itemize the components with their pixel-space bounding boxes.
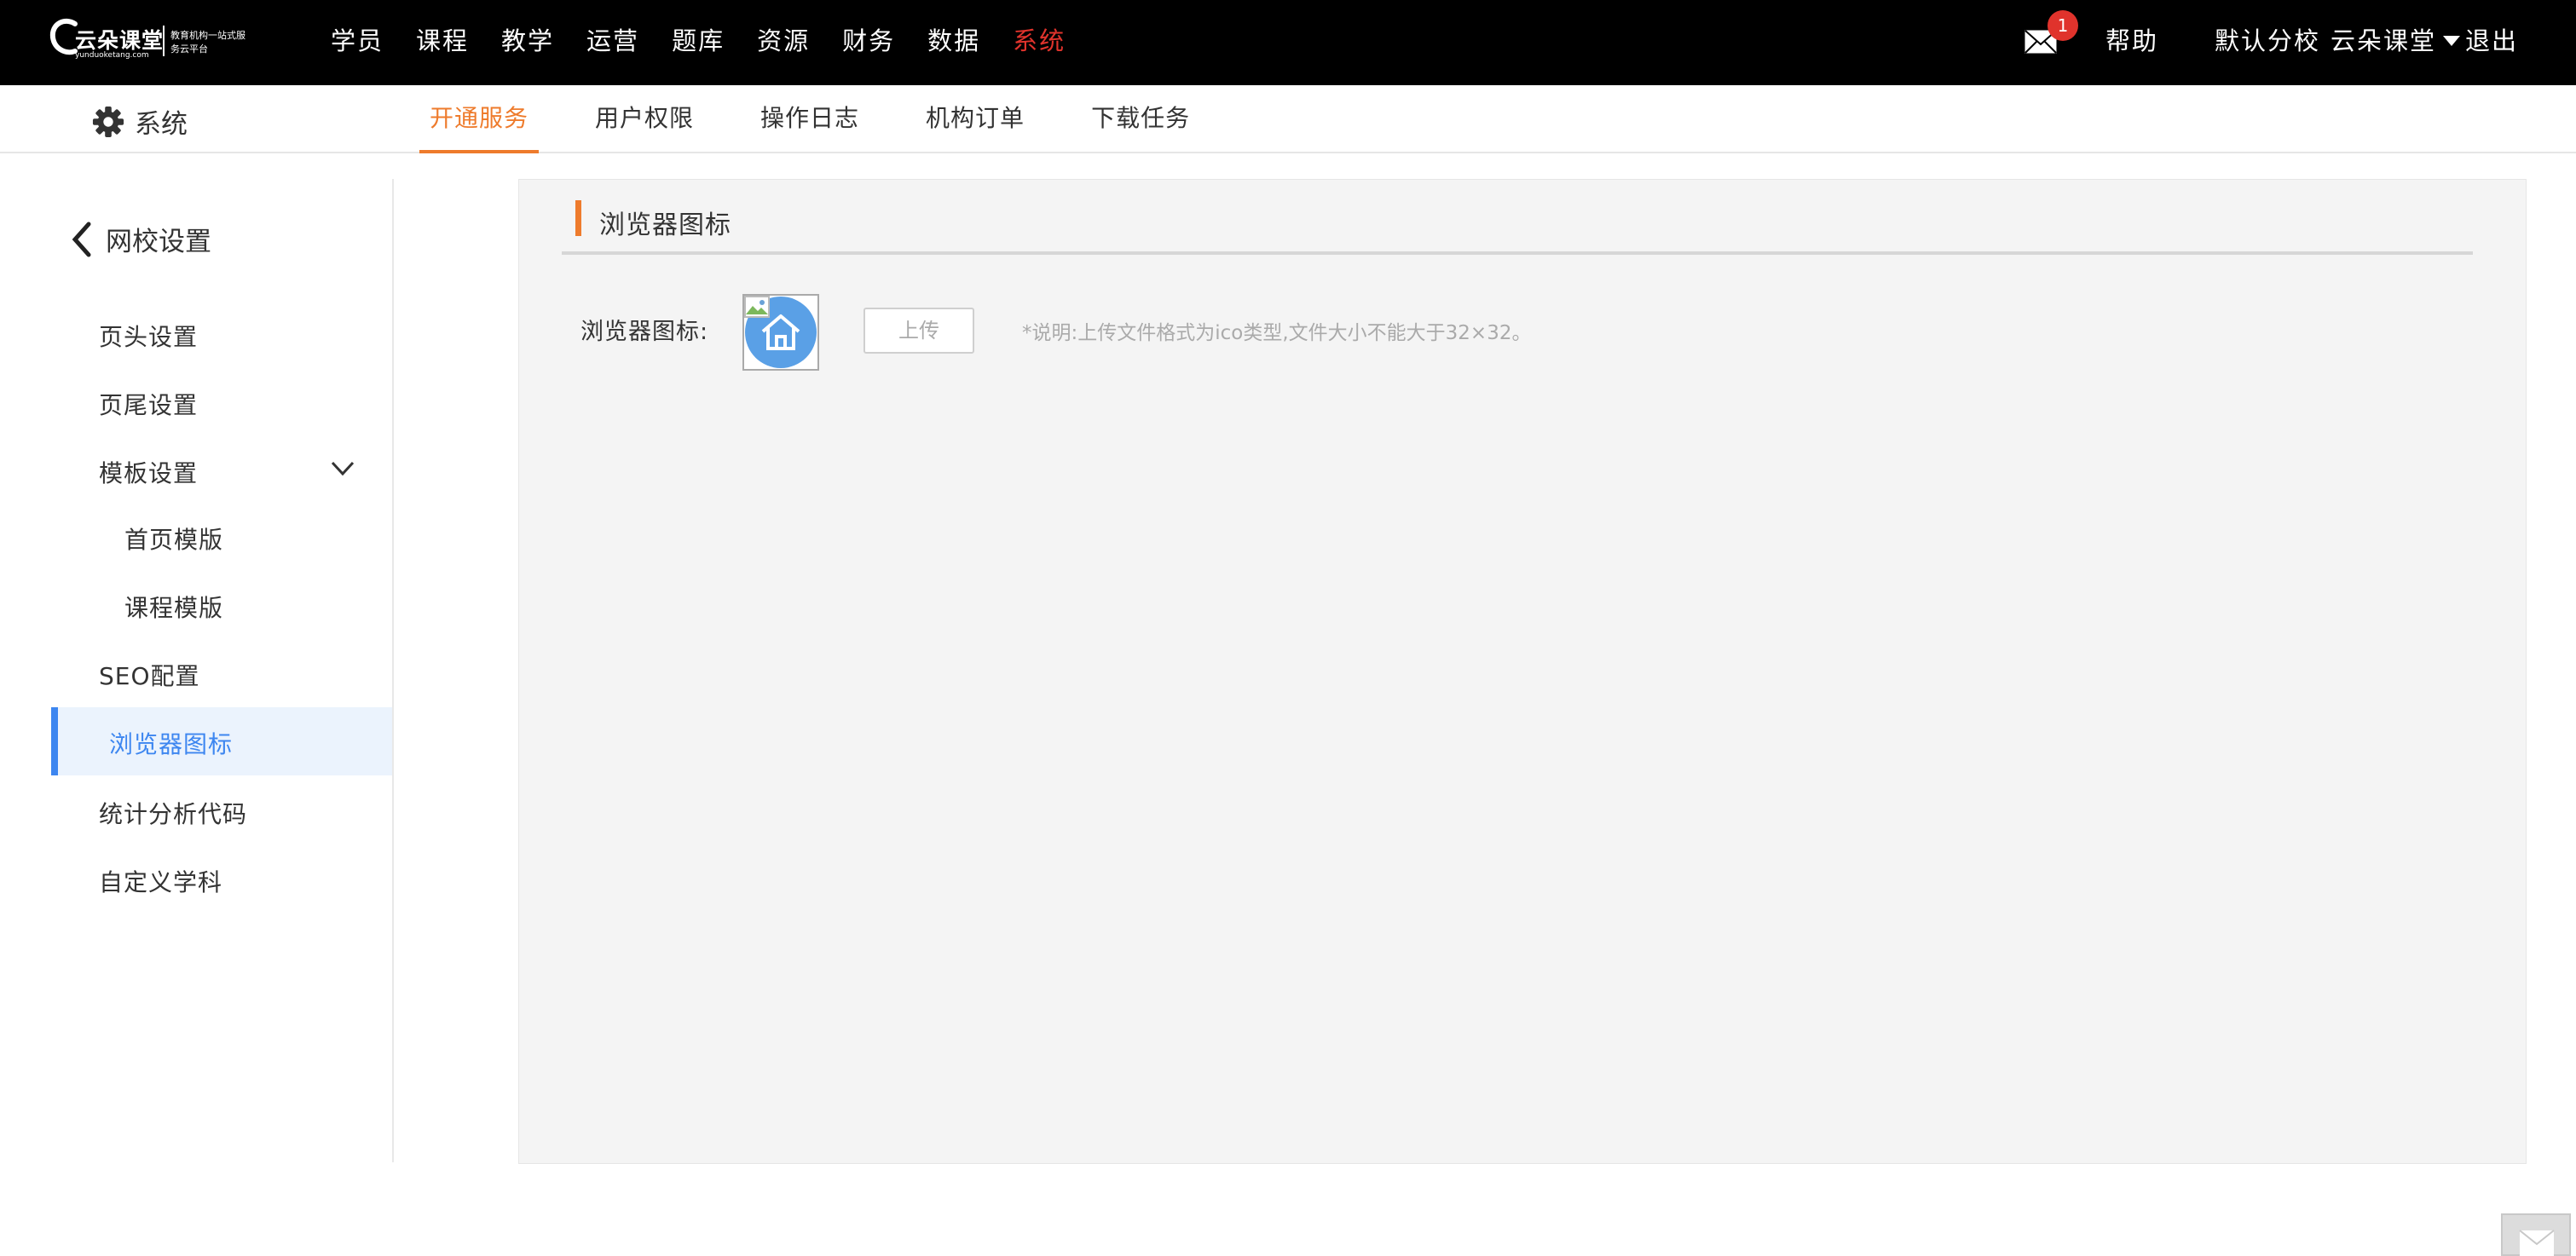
top-right-actions: 1 帮助 默认分校 云朵课堂 退出 bbox=[2024, 10, 2518, 58]
title-accent-bar bbox=[575, 200, 581, 236]
nav-item-teaching[interactable]: 教学 bbox=[501, 24, 554, 58]
logo-slogan: 教育机构一站式服务云平台 bbox=[170, 30, 245, 55]
sidebar-item-browser-icon[interactable]: 浏览器图标 bbox=[51, 707, 392, 775]
browser-icon-label: 浏览器图标: bbox=[580, 319, 709, 345]
branch-name: 默认分校 bbox=[2214, 26, 2320, 55]
nav-item-finance[interactable]: 财务 bbox=[842, 24, 895, 58]
panel-header: 浏览器图标 bbox=[562, 200, 2473, 255]
mail-icon bbox=[2519, 1230, 2555, 1256]
sub-bar: 系统 开通服务 用户权限 操作日志 机构订单 下载任务 bbox=[0, 85, 2576, 153]
chevron-left-icon bbox=[72, 222, 91, 256]
tab-open-service[interactable]: 开通服务 bbox=[419, 85, 540, 153]
notification-badge: 1 bbox=[2047, 10, 2078, 41]
nav-item-courses[interactable]: 课程 bbox=[416, 24, 469, 58]
sidebar: 网校设置 页头设置 页尾设置 模板设置 首页模版 课程模版 SEO配置 浏览器图… bbox=[0, 179, 394, 1162]
nav-item-question-bank[interactable]: 题库 bbox=[672, 24, 725, 58]
upload-button[interactable]: 上传 bbox=[863, 308, 974, 354]
browser-icon-preview bbox=[742, 294, 819, 371]
sidebar-item-footer-settings[interactable]: 页尾设置 bbox=[99, 387, 198, 421]
sidebar-item-course-template[interactable]: 课程模版 bbox=[124, 590, 223, 624]
sidebar-item-header-settings[interactable]: 页头设置 bbox=[99, 319, 198, 353]
logo-divider bbox=[163, 26, 165, 56]
tab-operation-log[interactable]: 操作日志 bbox=[750, 85, 869, 153]
sidebar-item-template-settings[interactable]: 模板设置 bbox=[99, 455, 198, 489]
help-link[interactable]: 帮助 bbox=[2105, 24, 2158, 58]
sidebar-item-home-template[interactable]: 首页模版 bbox=[124, 521, 223, 556]
logo[interactable]: 云朵课堂 yunduoketang.com 教育机构一站式服务云平台 bbox=[49, 12, 245, 68]
caret-down-icon[interactable] bbox=[2442, 36, 2460, 46]
broken-image-icon bbox=[744, 296, 770, 318]
gear-icon bbox=[92, 106, 124, 137]
sub-nav: 开通服务 用户权限 操作日志 机构订单 下载任务 bbox=[419, 85, 1246, 153]
tab-org-orders[interactable]: 机构订单 bbox=[915, 85, 1035, 153]
sidebar-item-analytics-code[interactable]: 统计分析代码 bbox=[99, 796, 247, 830]
section-title-label: 系统 bbox=[135, 109, 188, 140]
nav-item-resources[interactable]: 资源 bbox=[757, 24, 810, 58]
notifications[interactable]: 1 bbox=[2024, 10, 2078, 58]
back-to-school-settings[interactable]: 网校设置 bbox=[68, 220, 211, 258]
panel-title: 浏览器图标 bbox=[599, 210, 731, 240]
logout-link[interactable]: 退出 bbox=[2465, 24, 2518, 58]
top-bar: 云朵课堂 yunduoketang.com 教育机构一站式服务云平台 学员 课程… bbox=[0, 0, 2576, 85]
content-panel: 浏览器图标 浏览器图标: 上传 *说明:上传文件格式为ico类型,文件大小不能大… bbox=[518, 179, 2527, 1164]
main-nav: 学员 课程 教学 运营 题库 资源 财务 数据 系统 bbox=[331, 24, 1098, 58]
logo-domain: yunduoketang.com bbox=[75, 51, 149, 60]
logo-name: 云朵课堂 bbox=[75, 28, 165, 53]
chevron-down-icon[interactable] bbox=[331, 460, 355, 477]
nav-item-students[interactable]: 学员 bbox=[331, 24, 384, 58]
section-title: 系统 bbox=[92, 102, 188, 141]
floating-message-button[interactable] bbox=[2501, 1213, 2571, 1256]
tab-download-tasks[interactable]: 下载任务 bbox=[1081, 85, 1200, 153]
nav-item-system[interactable]: 系统 bbox=[1013, 24, 1066, 58]
sidebar-item-custom-subjects[interactable]: 自定义学科 bbox=[99, 864, 222, 898]
upload-note: *说明:上传文件格式为ico类型,文件大小不能大于32×32。 bbox=[1022, 322, 1532, 344]
org-dropdown[interactable]: 云朵课堂 bbox=[2331, 24, 2436, 58]
sidebar-item-seo[interactable]: SEO配置 bbox=[99, 658, 200, 692]
back-label: 网校设置 bbox=[106, 227, 211, 257]
tab-user-permissions[interactable]: 用户权限 bbox=[585, 85, 704, 153]
sidebar-item-browser-icon-label: 浏览器图标 bbox=[109, 730, 234, 758]
nav-item-operations[interactable]: 运营 bbox=[586, 24, 639, 58]
nav-item-data[interactable]: 数据 bbox=[927, 24, 980, 58]
